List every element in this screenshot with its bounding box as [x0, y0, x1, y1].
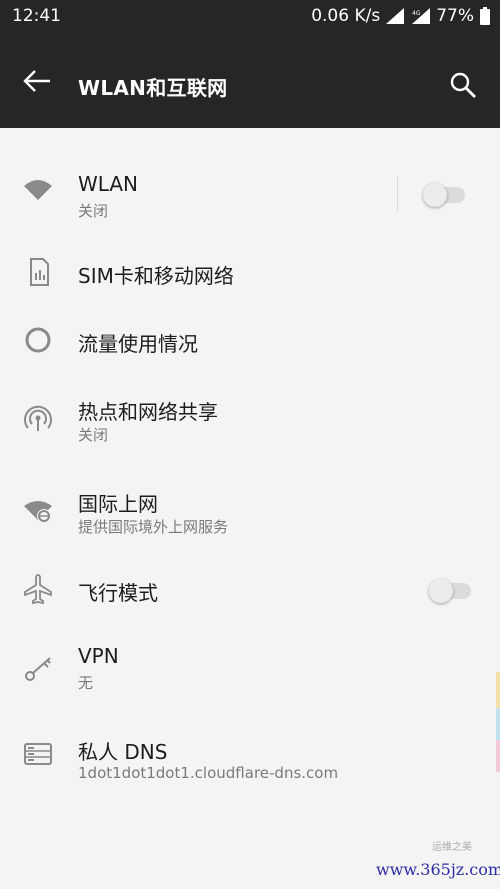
setting-label: WLAN — [78, 172, 139, 196]
setting-item-sim[interactable]: SIM卡和移动网络 — [0, 254, 500, 294]
setting-sub: 1dot1dot1dot1.cloudflare-dns.com — [78, 764, 339, 782]
watermark-small: 运维之美 — [432, 842, 472, 853]
app-bar: WLAN和互联网 — [0, 32, 500, 128]
edge-strip-blue — [496, 708, 500, 740]
battery-level: 77% — [436, 6, 474, 26]
setting-sub: 无 — [78, 674, 94, 692]
search-icon[interactable] — [448, 70, 478, 100]
battery-icon — [480, 7, 490, 25]
setting-label: 国际上网 — [78, 492, 158, 516]
global-network-icon — [24, 501, 52, 523]
divider — [397, 176, 398, 212]
setting-label: 飞行模式 — [78, 581, 158, 605]
edge-strip-yellow — [496, 672, 500, 708]
data-usage-icon — [25, 327, 51, 353]
setting-sub: 关闭 — [78, 202, 109, 220]
status-time: 12:41 — [12, 6, 61, 26]
setting-item-hotspot[interactable]: 热点和网络共享 关闭 — [0, 390, 500, 460]
setting-label: 流量使用情况 — [78, 332, 198, 356]
airplane-toggle[interactable] — [429, 579, 471, 603]
edge-strip-pink — [496, 740, 500, 772]
setting-item-private-dns[interactable]: 私人 DNS 1dot1dot1dot1.cloudflare-dns.com — [0, 732, 500, 802]
setting-item-wlan[interactable]: WLAN 关闭 — [0, 164, 500, 234]
hotspot-icon — [24, 405, 52, 431]
setting-item-data-usage[interactable]: 流量使用情况 — [0, 322, 500, 362]
vpn-key-icon — [25, 657, 51, 681]
status-right-group: 0.06 K/s 4G 77% — [311, 6, 490, 26]
toggle-knob — [429, 579, 453, 603]
setting-label: 私人 DNS — [78, 740, 168, 764]
wlan-toggle[interactable] — [423, 183, 465, 207]
setting-label: SIM卡和移动网络 — [78, 264, 234, 288]
watermark: www.365jz.com — [376, 860, 500, 879]
airplane-icon — [24, 574, 52, 605]
setting-sub: 关闭 — [78, 426, 109, 444]
setting-item-international[interactable]: 国际上网 提供国际境外上网服务 — [0, 482, 500, 552]
network-badge: 4G — [412, 10, 421, 17]
status-bar: 12:41 0.06 K/s 4G 77% — [0, 0, 500, 32]
arrow-back-icon[interactable] — [22, 68, 52, 94]
page-title: WLAN和互联网 — [78, 76, 228, 100]
signal-icon — [386, 8, 405, 24]
setting-item-airplane[interactable]: 飞行模式 — [0, 572, 500, 612]
wifi-icon — [24, 180, 52, 200]
setting-item-vpn[interactable]: VPN 无 — [0, 642, 500, 712]
sim-card-icon — [30, 258, 49, 286]
setting-label: 热点和网络共享 — [78, 400, 218, 424]
network-speed: 0.06 K/s — [311, 6, 381, 26]
setting-sub: 提供国际境外上网服务 — [78, 518, 229, 536]
private-dns-icon — [24, 743, 52, 765]
toggle-knob — [423, 183, 447, 207]
signal-4g-icon: 4G — [412, 8, 431, 24]
setting-label: VPN — [78, 644, 119, 668]
